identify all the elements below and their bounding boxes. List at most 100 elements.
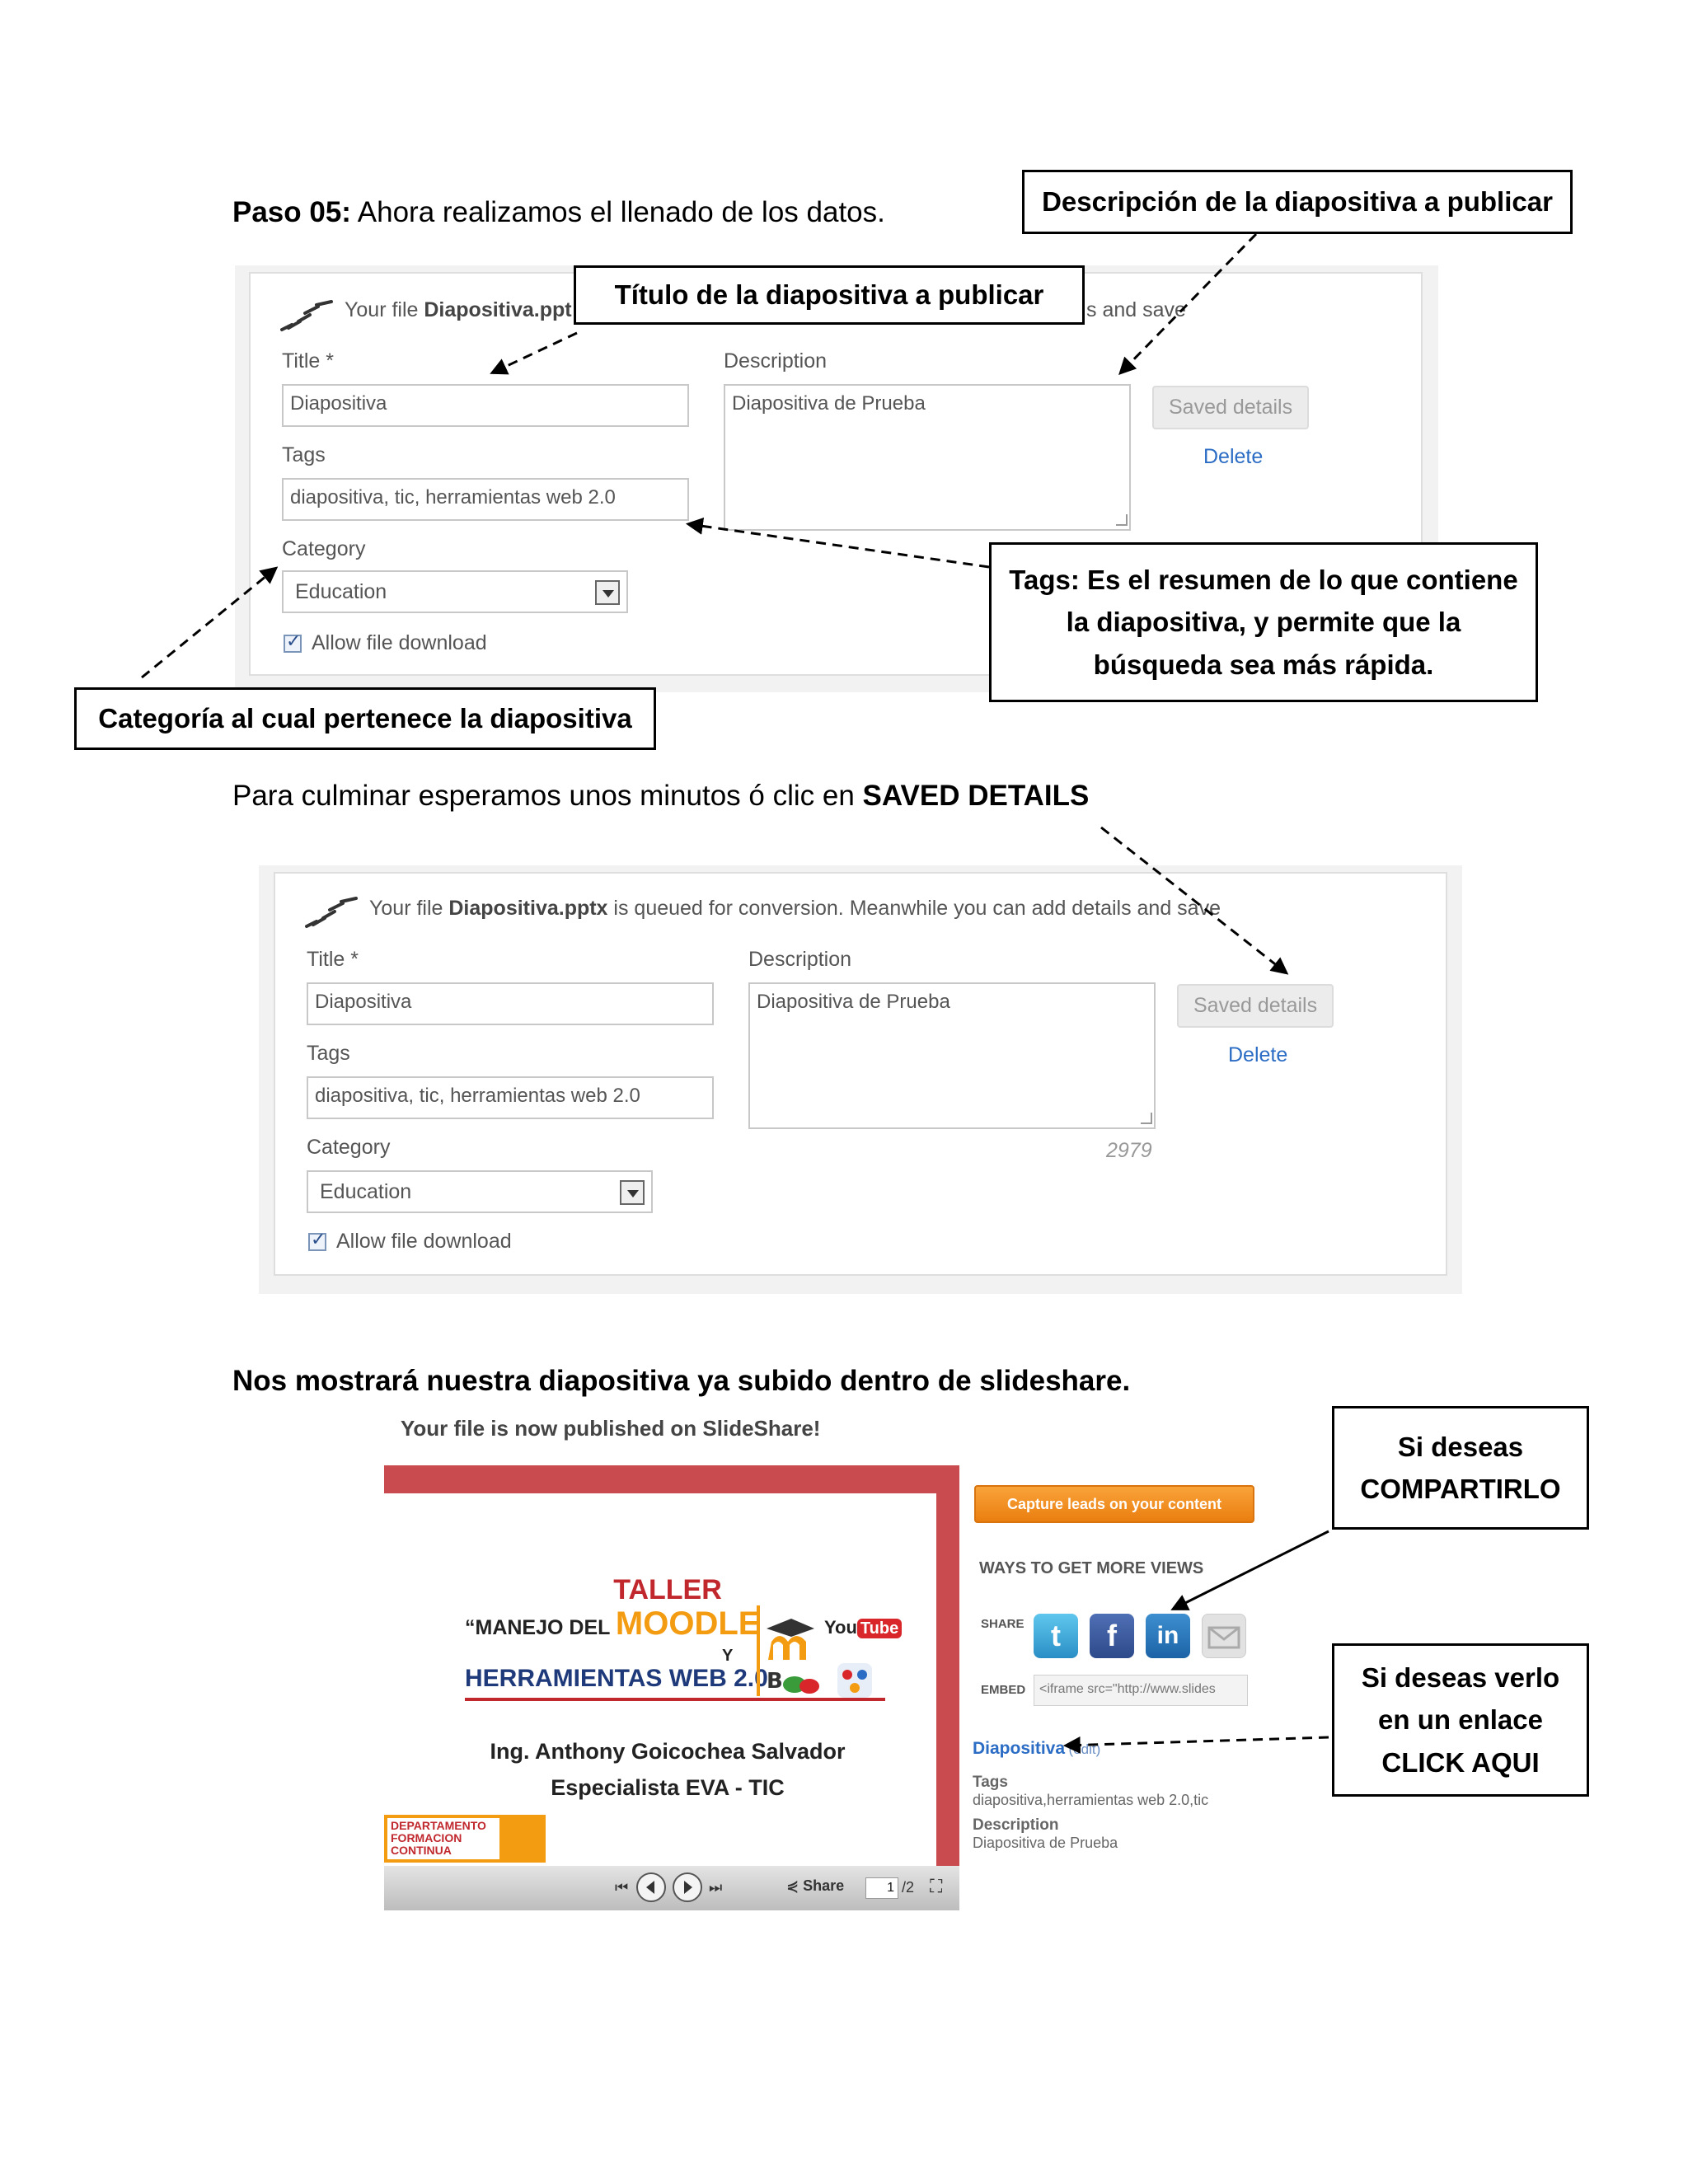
slide-manejo: “MANEJO DEL <box>465 1616 616 1639</box>
saved-details-button[interactable]: Saved details <box>1177 984 1334 1028</box>
callout-view-line1: Si deseas verlo <box>1361 1662 1560 1694</box>
slide-author: Ing. Anthony Goicochea Salvador <box>490 1739 846 1764</box>
ways-title: WAYS TO GET MORE VIEWS <box>979 1559 1204 1577</box>
doc-title-link[interactable]: Diapositiva <box>973 1739 1065 1758</box>
callout-tags-line3: búsqueda sea más rápida. <box>1093 649 1434 680</box>
edit-link[interactable]: (edit) <box>1069 1741 1101 1757</box>
callout-view-line2: en un enlace <box>1378 1704 1543 1736</box>
tags-input[interactable]: diapositiva, tic, herramientas web 2.0 <box>307 1076 714 1119</box>
callout-description: Descripción de la diapositiva a publicar <box>1022 170 1573 234</box>
notice-file: Diapositiva.ppt <box>424 298 572 321</box>
player-share-label: Share <box>803 1877 845 1894</box>
slide-canvas: TALLER “MANEJO DEL MOODLE Y HERRAMIENTAS… <box>384 1493 936 1866</box>
callout-category-text: Categoría al cual pertenece la diapositi… <box>98 703 632 734</box>
delete-link[interactable]: Delete <box>1203 445 1263 469</box>
category-label: Category <box>282 537 366 560</box>
callout-tags-line2: la diapositiva, y permite que la <box>1066 607 1461 638</box>
saved-details-button[interactable]: Saved details <box>1152 386 1310 429</box>
notice-file: Diapositiva.pptx <box>448 897 608 920</box>
description-textarea[interactable]: Diapositiva de Prueba <box>724 384 1131 531</box>
first-slide-icon[interactable]: ⏮ <box>615 1879 628 1896</box>
next-slide-icon[interactable] <box>673 1872 702 1902</box>
capture-leads-button[interactable]: Capture leads on your content <box>974 1485 1254 1523</box>
delete-link[interactable]: Delete <box>1228 1043 1287 1067</box>
allow-download-checkbox[interactable] <box>308 1230 326 1251</box>
slide-herramientas: HERRAMIENTAS WEB 2.0 <box>465 1665 768 1692</box>
step-label: Paso 05: <box>232 196 351 228</box>
callout-tags-line1: Tags: Es el resumen de lo que contiene <box>1009 565 1518 596</box>
linkedin-icon[interactable]: in <box>1146 1614 1190 1658</box>
page-number-input[interactable]: 1 <box>865 1877 898 1899</box>
description-label: Description <box>724 349 828 373</box>
middle-prefix: Para culminar esperamos unos minutos ó c… <box>232 780 863 812</box>
published-notice: Your file is now published on SlideShare… <box>401 1416 821 1441</box>
allow-download-checkbox[interactable] <box>284 631 302 653</box>
blog-icon: B <box>767 1665 824 1702</box>
category-select[interactable]: Education <box>282 570 628 613</box>
description-textarea[interactable]: Diapositiva de Prueba <box>748 982 1156 1129</box>
slide-role: Especialista EVA - TIC <box>551 1775 785 1800</box>
description-label: Description <box>748 948 852 971</box>
category-value: Education <box>295 580 387 603</box>
tags-input[interactable]: diapositiva, tic, herramientas web 2.0 <box>282 478 689 521</box>
step-text: Ahora realizamos el llenado de los datos… <box>350 196 885 228</box>
callout-category: Categoría al cual pertenece la diapositi… <box>74 687 656 750</box>
embed-label: EMBED <box>981 1683 1026 1697</box>
youtube-icon: You Tube <box>824 1617 903 1638</box>
dropdown-arrow-icon[interactable] <box>620 1180 645 1205</box>
title-label: Title * <box>282 349 334 373</box>
resize-handle-icon[interactable] <box>1116 514 1128 526</box>
moodle-icon <box>765 1617 816 1667</box>
email-icon[interactable] <box>1202 1614 1246 1658</box>
callout-tags: Tags: Es el resumen de lo que contiene l… <box>989 542 1538 702</box>
notice-prefix: Your file <box>369 897 449 920</box>
slide-separator <box>757 1605 760 1696</box>
callout-description-text: Descripción de la diapositiva a publicar <box>1042 186 1553 218</box>
title-input[interactable]: Diapositiva <box>282 384 689 427</box>
upload-notice-1: Your file Diapositiva.ppt <box>345 298 572 322</box>
last-slide-icon[interactable]: ⏭ <box>709 1879 722 1896</box>
tags-value: diapositiva,herramientas web 2.0,tic <box>973 1792 1209 1808</box>
callout-title-text: Título de la diapositiva a publicar <box>614 279 1044 311</box>
category-label: Category <box>307 1136 391 1159</box>
category-select[interactable]: Education <box>307 1170 653 1213</box>
slideshare-logo-icon <box>280 297 335 339</box>
svg-text:B: B <box>767 1669 783 1694</box>
youtube-you: You <box>824 1617 857 1638</box>
middle-instruction: Para culminar esperamos unos minutos ó c… <box>232 780 1089 813</box>
char-counter: 2979 <box>1106 1139 1152 1162</box>
form-panel-2: Your file Diapositiva.pptx is queued for… <box>274 872 1447 1276</box>
facebook-icon[interactable]: f <box>1090 1614 1134 1658</box>
fullscreen-icon[interactable]: ⛶ <box>930 1876 942 1897</box>
dropdown-arrow-icon[interactable] <box>595 580 620 605</box>
player-share-button[interactable]: ⋞ Share <box>786 1877 844 1895</box>
category-value: Education <box>320 1180 412 1203</box>
dept-line3: CONTINUA <box>391 1844 452 1857</box>
player-controls: ⏮ ⏭ ⋞ Share 1 /2 ⛶ <box>384 1866 959 1910</box>
title-input[interactable]: Diapositiva <box>307 982 714 1025</box>
upload-notice-2: Your file Diapositiva.pptx is queued for… <box>369 897 1221 921</box>
description-value: Diapositiva de Prueba <box>973 1835 1118 1851</box>
callout-view: Si deseas verlo en un enlace CLICK AQUI <box>1332 1643 1589 1797</box>
tags-label: Tags <box>282 443 326 466</box>
share-label: SHARE <box>981 1617 1025 1631</box>
description-heading: Description <box>973 1816 1059 1834</box>
slide-y: Y <box>722 1647 734 1665</box>
embed-code-input[interactable]: <iframe src="http://www.slides <box>1034 1675 1248 1706</box>
resize-handle-icon[interactable] <box>1141 1113 1152 1124</box>
allow-download-label: Allow file download <box>312 631 487 654</box>
twitter-icon[interactable]: t <box>1034 1614 1078 1658</box>
prev-slide-icon[interactable] <box>636 1872 666 1902</box>
dept-line2: FORMACION <box>391 1831 462 1844</box>
slide-player: TALLER “MANEJO DEL MOODLE Y HERRAMIENTAS… <box>384 1465 959 1910</box>
callout-share: Si deseas COMPARTIRLO <box>1332 1406 1589 1530</box>
step-heading: Paso 05: Ahora realizamos el llenado de … <box>232 196 885 229</box>
tags-heading: Tags <box>973 1774 1008 1791</box>
callout-share-line2: COMPARTIRLO <box>1360 1474 1561 1504</box>
dept-logo: DEPARTAMENTO FORMACION CONTINUA <box>384 1815 546 1863</box>
dept-logo-text: DEPARTAMENTO FORMACION CONTINUA <box>387 1818 499 1859</box>
slide-moodle: MOODLE <box>615 1605 761 1642</box>
slideshare-logo-icon <box>305 893 359 935</box>
dept-line1: DEPARTAMENTO <box>391 1819 486 1832</box>
slide-taller: TALLER <box>613 1574 722 1605</box>
